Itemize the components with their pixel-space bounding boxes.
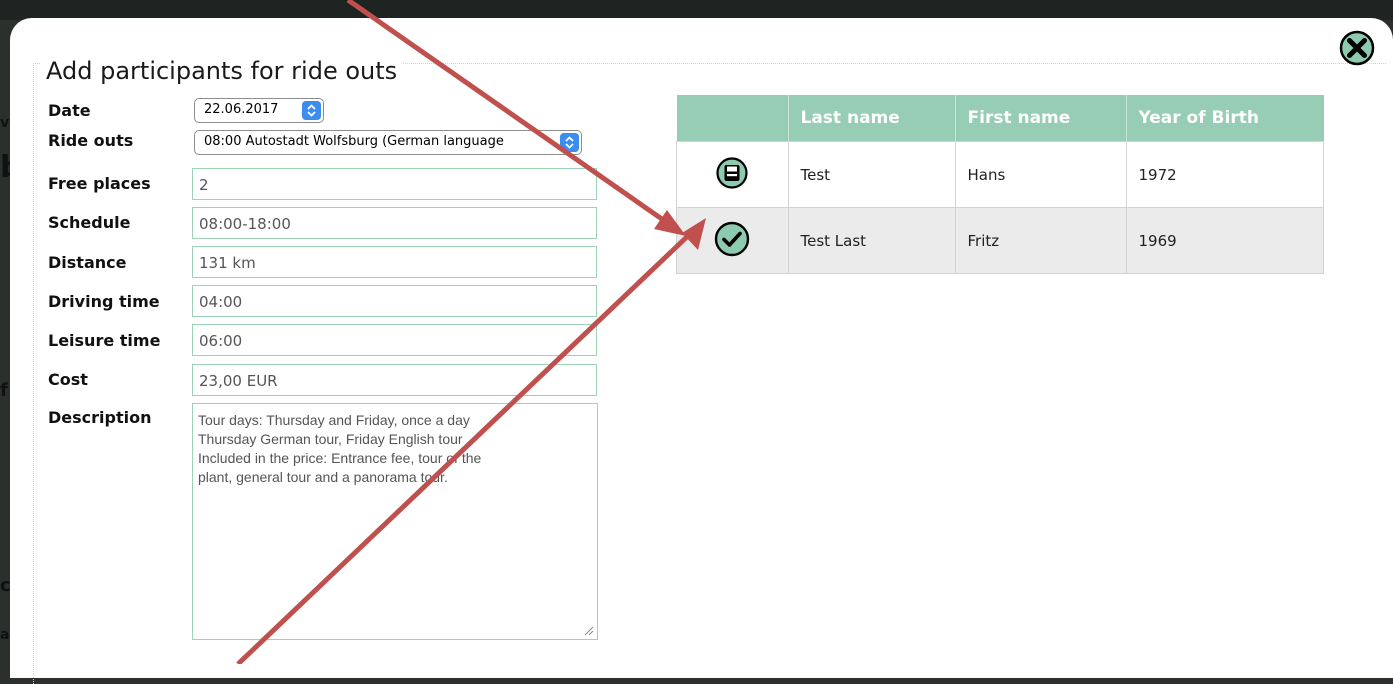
distance-field[interactable]: 131 km (192, 246, 597, 278)
select-arrows-icon (302, 101, 321, 120)
cell-year-of-birth: 1969 (1125, 207, 1324, 274)
column-header-last-name[interactable]: Last name (788, 95, 956, 142)
select-arrows-icon (560, 133, 579, 152)
background-text-fragment: b (0, 150, 10, 185)
background-text-fragment: c (0, 575, 10, 596)
background-top-bar (0, 0, 1393, 20)
table-header-row: Last name First name Year of Birth (676, 95, 1324, 142)
free-places-label: Free places (48, 174, 151, 193)
free-places-field[interactable]: 2 (192, 168, 597, 200)
column-header-first-name[interactable]: First name (955, 95, 1127, 142)
date-select[interactable]: 22.06.2017 (194, 98, 324, 123)
background-text-fragment: f (0, 380, 8, 401)
description-line: Thursday German tour, Friday English tou… (198, 431, 463, 447)
description-label: Description (48, 408, 152, 427)
description-line: Included in the price: Entrance fee, tou… (198, 450, 482, 466)
description-line: plant, general tour and a panorama tour. (198, 469, 448, 485)
checkmark-icon[interactable] (714, 221, 750, 257)
cost-field[interactable]: 23,00 EUR (192, 364, 597, 396)
date-label: Date (48, 101, 91, 120)
ride-outs-select[interactable]: 08:00 Autostadt Wolfsburg (German langua… (194, 130, 582, 155)
ride-outs-select-value: 08:00 Autostadt Wolfsburg (German langua… (204, 134, 504, 149)
leisure-time-label: Leisure time (48, 331, 161, 350)
close-icon[interactable] (1339, 30, 1375, 66)
distance-label: Distance (48, 253, 127, 272)
column-header-actions (676, 95, 789, 142)
driving-time-field[interactable]: 04:00 (192, 285, 597, 317)
background-text-fragment: v (0, 115, 10, 131)
ride-outs-label: Ride outs (48, 131, 134, 150)
driving-time-label: Driving time (48, 292, 160, 311)
row-action-cell (676, 141, 789, 208)
row-action-cell (676, 207, 789, 274)
description-line: Tour days: Thursday and Friday, once a d… (198, 412, 470, 428)
table-row: Test Hans 1972 (676, 141, 1324, 208)
cost-label: Cost (48, 370, 88, 389)
background-text-fragment: a (0, 627, 10, 643)
column-header-year-of-birth[interactable]: Year of Birth (1126, 95, 1324, 142)
description-textarea[interactable]: Tour days: Thursday and Friday, once a d… (192, 403, 598, 640)
cell-first-name: Fritz (954, 207, 1127, 274)
leisure-time-field[interactable]: 06:00 (192, 324, 597, 356)
date-select-value: 22.06.2017 (204, 102, 279, 117)
cell-year-of-birth: 1972 (1125, 141, 1324, 208)
table-row: Test Last Fritz 1969 (676, 207, 1324, 274)
cell-last-name: Test (787, 141, 956, 208)
schedule-field[interactable]: 08:00-18:00 (192, 207, 597, 239)
resize-grip-icon[interactable] (584, 626, 594, 636)
schedule-label: Schedule (48, 213, 131, 232)
cell-last-name: Test Last (787, 207, 956, 274)
modal-title: Add participants for ride outs (40, 54, 404, 88)
save-icon[interactable] (716, 156, 748, 189)
participants-table: Last name First name Year of Birth Test … (676, 95, 1324, 274)
cell-first-name: Hans (954, 141, 1127, 208)
